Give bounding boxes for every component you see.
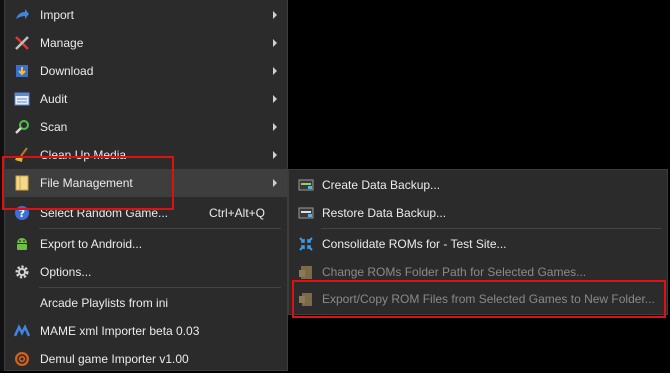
help-icon: ? [15,206,29,220]
menu-item-label: Restore Data Backup... [322,206,447,220]
submenu-item-restore-data-backup[interactable]: Restore Data Backup... [289,199,667,227]
menu-item-demul-game-importer[interactable]: Demul game Importer v1.00 [5,345,287,373]
scan-icon [15,120,29,134]
submenu-arrow-icon [273,11,277,19]
menu-separator [39,287,281,288]
menu-item-clean-up-media[interactable]: Clean Up Media [5,141,287,169]
menu-item-label: File Management [40,176,133,190]
file-management-submenu: Create Data Backup... Restore Data Backu… [288,169,668,290]
submenu-arrow-icon [273,123,277,131]
restore-icon [298,207,314,219]
menu-item-label: Import [40,8,75,22]
download-icon [16,65,28,77]
import-arrow-icon [16,9,29,19]
mame-icon [14,324,30,337]
menu-item-label: Options... [40,265,92,279]
menu-item-manage[interactable]: Manage [5,29,287,57]
tools-icon [15,36,29,50]
menu-item-label: Export/Copy ROM Files from Selected Game… [322,292,655,306]
menu-item-label: Manage [40,36,84,50]
menu-item-label: Export to Android... [40,237,143,251]
menu-item-mame-xml-importer[interactable]: MAME xml Importer beta 0.03 [5,317,287,345]
menu-item-label: Consolidate ROMs for - Test Site... [322,237,507,251]
menu-item-label: Clean Up Media [40,148,127,162]
submenu-arrow-icon [273,179,277,187]
menu-item-select-random-game[interactable]: ? Select Random Game... Ctrl+Alt+Q [5,199,287,227]
menu-item-export-to-android[interactable]: Export to Android... [5,230,287,258]
submenu-item-export-copy-rom-files[interactable]: Export/Copy ROM Files from Selected Game… [289,285,667,313]
menu-item-import[interactable]: Import [5,1,287,29]
gear-icon [15,265,29,279]
submenu-arrow-icon [273,67,277,75]
export-copy-icon [299,293,312,306]
submenu-item-create-data-backup[interactable]: Create Data Backup... [289,171,667,199]
main-context-menu: Import Manage Download Audit Scan Clean … [4,0,288,371]
menu-item-label: Audit [40,92,68,106]
menu-item-audit[interactable]: Audit [5,85,287,113]
broom-icon [15,147,28,162]
menu-item-label: Arcade Playlists from ini [40,296,169,310]
menu-separator [39,228,281,229]
menu-item-label: MAME xml Importer beta 0.03 [40,324,200,338]
menu-item-label: Select Random Game... [40,206,169,220]
submenu-item-change-roms-folder-path[interactable]: Change ROMs Folder Path for Selected Gam… [289,258,667,286]
menu-item-label: Demul game Importer v1.00 [40,352,189,366]
menu-item-download[interactable]: Download [5,57,287,85]
menu-item-label: Scan [40,120,68,134]
consolidate-icon [299,237,313,251]
file-management-submenu-lower: Export/Copy ROM Files from Selected Game… [288,285,668,315]
menu-item-options[interactable]: Options... [5,258,287,286]
svg-text:?: ? [19,207,25,220]
demul-icon [15,352,29,366]
submenu-arrow-icon [273,151,277,159]
change-folder-icon [299,266,312,279]
menu-separator [321,228,661,229]
shortcut-label: Ctrl+Alt+Q [208,206,265,220]
menu-item-scan[interactable]: Scan [5,113,287,141]
submenu-item-consolidate-roms[interactable]: Consolidate ROMs for - Test Site... [289,230,667,258]
submenu-arrow-icon [273,39,277,47]
audit-icon [14,92,30,106]
submenu-arrow-icon [273,95,277,103]
backup-icon [298,179,314,191]
menu-item-label: Create Data Backup... [322,178,441,192]
menu-item-file-management[interactable]: File Management [5,169,287,197]
folder-icon [15,175,29,191]
menu-item-arcade-playlists[interactable]: Arcade Playlists from ini [5,289,287,317]
menu-item-label: Change ROMs Folder Path for Selected Gam… [322,265,587,279]
menu-item-label: Download [40,64,94,78]
android-icon [17,238,27,250]
